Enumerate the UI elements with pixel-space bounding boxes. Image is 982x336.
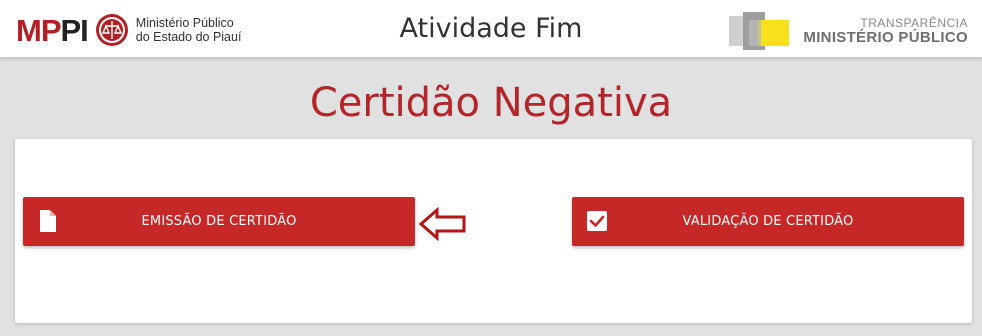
checkbox-icon <box>587 211 607 231</box>
left-arrow-icon <box>418 206 466 242</box>
document-icon <box>40 210 56 232</box>
emissao-certidao-label: EMISSÃO DE CERTIDÃO <box>141 214 297 229</box>
page-title: Certidão Negativa <box>309 80 673 126</box>
validacao-certidao-label: VALIDAÇÃO DE CERTIDÃO <box>682 214 854 229</box>
transparencia-logo[interactable]: TRANSPARÊNCIA MINISTÉRIO PÚBLICO <box>727 10 968 52</box>
validacao-certidao-button[interactable]: VALIDAÇÃO DE CERTIDÃO <box>572 197 964 246</box>
emissao-certidao-button[interactable]: EMISSÃO DE CERTIDÃO <box>23 197 415 246</box>
transparencia-label: TRANSPARÊNCIA <box>860 16 968 30</box>
app-header: MPPI Ministério Público do Estado do Pia… <box>0 0 982 58</box>
ministerio-publico-label: MINISTÉRIO PÚBLICO <box>803 29 968 46</box>
transparencia-graphic-icon <box>729 12 790 50</box>
transparencia-text: TRANSPARÊNCIA MINISTÉRIO PÚBLICO <box>803 16 968 46</box>
